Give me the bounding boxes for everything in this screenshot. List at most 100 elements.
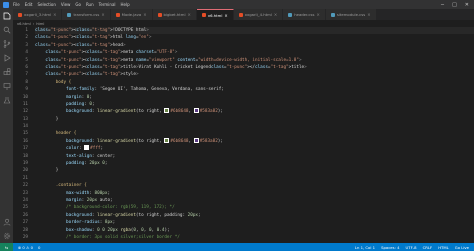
code-line[interactable]: /* border: 3px solid silver;silver borde… bbox=[35, 234, 474, 241]
line-number: 24 bbox=[22, 197, 28, 203]
close-icon[interactable]: × bbox=[143, 12, 146, 17]
line-number: 15 bbox=[22, 131, 28, 137]
code-line[interactable]: body { bbox=[35, 79, 474, 86]
tab-label: Mode.java bbox=[121, 12, 142, 17]
tab-label: header.css bbox=[294, 12, 315, 17]
code-line[interactable]: class="t-punc"><class="t-tag">style> bbox=[35, 71, 474, 78]
code-line[interactable] bbox=[35, 175, 474, 182]
code-line[interactable]: font-family: 'Segoe UI', Tahoma, Geneva,… bbox=[35, 86, 474, 93]
menu-go[interactable]: Go bbox=[75, 2, 81, 7]
code-line[interactable]: class="t-punc"><class="t-tag">meta chars… bbox=[35, 49, 474, 56]
css-file-icon bbox=[67, 12, 72, 17]
source-control-icon[interactable] bbox=[0, 37, 13, 51]
code-line[interactable]: class="t-punc"><class="t-tag">title>Vira… bbox=[35, 64, 474, 71]
close-icon[interactable]: × bbox=[101, 12, 104, 17]
line-number: 10 bbox=[22, 94, 28, 100]
tab-xxgarli-4[interactable]: xxgarli_4.html × bbox=[233, 9, 284, 20]
remote-indicator-icon[interactable]: ⇆ bbox=[0, 243, 13, 251]
tab-bigbet-html[interactable]: bigbet.html × bbox=[152, 9, 197, 20]
activity-bar bbox=[0, 9, 13, 243]
code-line[interactable]: margin: 0; bbox=[35, 94, 474, 101]
breadcrumb-file[interactable]: v6.html bbox=[17, 22, 31, 26]
line-number: 2 bbox=[25, 35, 28, 41]
html-file-icon bbox=[238, 12, 243, 17]
window-controls: ─ □ ✕ bbox=[441, 2, 469, 8]
go-live-button[interactable]: Go Live bbox=[455, 245, 469, 250]
search-icon[interactable] bbox=[0, 23, 13, 37]
code-line[interactable]: padding: 0; bbox=[35, 101, 474, 108]
ports-count[interactable]: 0 bbox=[38, 245, 40, 250]
extensions-icon[interactable] bbox=[0, 65, 13, 79]
menu-edit[interactable]: Edit bbox=[25, 2, 33, 7]
close-icon[interactable]: × bbox=[188, 12, 191, 17]
close-icon[interactable]: ✕ bbox=[465, 2, 469, 8]
encoding[interactable]: UTF-8 bbox=[406, 245, 417, 250]
tab-header-css[interactable]: header.css × bbox=[283, 9, 326, 20]
code-line[interactable]: class="t-punc"><class="t-tag">html lang=… bbox=[35, 34, 474, 41]
line-ending[interactable]: CRLF bbox=[423, 245, 433, 250]
account-icon[interactable] bbox=[0, 215, 13, 229]
code-line[interactable]: header { bbox=[35, 130, 474, 137]
code-line[interactable]: class="t-punc"><class="t-tag">meta name=… bbox=[35, 57, 474, 64]
code-line[interactable]: background: linear-gradient(to right, #6… bbox=[35, 137, 474, 145]
line-number: 5 bbox=[25, 57, 28, 63]
tab-transform-css[interactable]: transform.css × bbox=[62, 9, 111, 20]
line-number: 25 bbox=[22, 205, 28, 211]
close-icon[interactable]: × bbox=[367, 12, 370, 17]
code-line[interactable]: } bbox=[35, 167, 474, 174]
tab-label: v6.html bbox=[207, 12, 223, 18]
menu-selection[interactable]: Selection bbox=[37, 2, 55, 7]
gear-icon[interactable] bbox=[0, 229, 13, 243]
testing-icon[interactable] bbox=[0, 93, 13, 107]
code-line[interactable]: padding: 20px 0; bbox=[35, 160, 474, 167]
minimize-icon[interactable]: ─ bbox=[441, 2, 444, 8]
menu-terminal[interactable]: Terminal bbox=[99, 2, 116, 7]
code-line[interactable]: margin: 20px auto; bbox=[35, 197, 474, 204]
status-bar: ⇆ ⊗ 0 ⚠ 0 0 Ln 1, Col 1 Spaces: 4 UTF-8 … bbox=[0, 243, 474, 251]
code-line[interactable]: class="t-punc"><class="t-tag">head> bbox=[35, 42, 474, 49]
code-line[interactable]: background: linear-gradient(to right, #6… bbox=[35, 108, 474, 115]
menu-run[interactable]: Run bbox=[86, 2, 94, 7]
code-line[interactable]: } bbox=[35, 116, 474, 123]
tab-v6-html[interactable]: v6.html × bbox=[196, 9, 234, 20]
indentation[interactable]: Spaces: 4 bbox=[381, 245, 399, 250]
code-line[interactable]: border-radius: 8px; bbox=[35, 219, 474, 226]
tab-sitemodule-css[interactable]: sitemodule.css × bbox=[325, 9, 377, 20]
code-line[interactable]: .container { bbox=[35, 182, 474, 189]
remote-explorer-icon[interactable] bbox=[0, 79, 13, 93]
close-icon[interactable]: × bbox=[224, 13, 227, 18]
code-line[interactable]: /* background-color: rgb(59, 119, 172); … bbox=[35, 204, 474, 211]
menu-help[interactable]: Help bbox=[121, 2, 130, 7]
line-number: 13 bbox=[22, 116, 28, 122]
code-line[interactable] bbox=[35, 123, 474, 130]
cursor-position[interactable]: Ln 1, Col 1 bbox=[355, 245, 375, 250]
code-line[interactable]: class="t-punc"><class="t-tag">!DOCTYPE h… bbox=[35, 27, 474, 35]
code-lines[interactable]: class="t-punc"><class="t-tag">!DOCTYPE h… bbox=[35, 27, 474, 241]
tab-xxgarli-3[interactable]: xxgarli_3.html × bbox=[13, 9, 63, 20]
language-mode[interactable]: HTML bbox=[438, 245, 449, 250]
code-line[interactable]: box-shadow: 0 0 20px rgba(0, 0, 0, 0.4); bbox=[35, 227, 474, 234]
line-number: 11 bbox=[22, 101, 28, 107]
menu-file[interactable]: File bbox=[13, 2, 20, 7]
maximize-icon[interactable]: □ bbox=[452, 2, 457, 8]
close-icon[interactable]: × bbox=[53, 12, 56, 17]
line-number: 29 bbox=[22, 234, 28, 240]
close-icon[interactable]: × bbox=[316, 12, 319, 17]
menu-view[interactable]: View bbox=[61, 2, 71, 7]
code-line[interactable]: text-align: center; bbox=[35, 153, 474, 160]
html-file-icon bbox=[157, 12, 162, 17]
tab-mode-java[interactable]: Mode.java × bbox=[110, 9, 153, 20]
explorer-icon[interactable] bbox=[0, 9, 13, 23]
code-line[interactable]: max-width: 800px; bbox=[35, 190, 474, 197]
code-editor[interactable]: 1 2 3 4 5 6 7 8 9 10 11 12 13 14 15 16 1… bbox=[13, 27, 474, 243]
problems-count[interactable]: ⊗ 0 ⚠ 0 bbox=[18, 245, 33, 250]
code-line[interactable]: background: linear-gradient(to right, pa… bbox=[35, 212, 474, 219]
run-debug-icon[interactable] bbox=[0, 51, 13, 65]
line-number: 22 bbox=[22, 183, 28, 189]
title-bar: File Edit Selection View Go Run Terminal… bbox=[0, 0, 474, 9]
code-line[interactable]: color: #fff; bbox=[35, 145, 474, 152]
close-icon[interactable]: × bbox=[274, 12, 277, 17]
breadcrumb-node[interactable]: html bbox=[36, 22, 44, 26]
line-number: 23 bbox=[22, 190, 28, 196]
tab-label: bigbet.html bbox=[163, 12, 186, 17]
